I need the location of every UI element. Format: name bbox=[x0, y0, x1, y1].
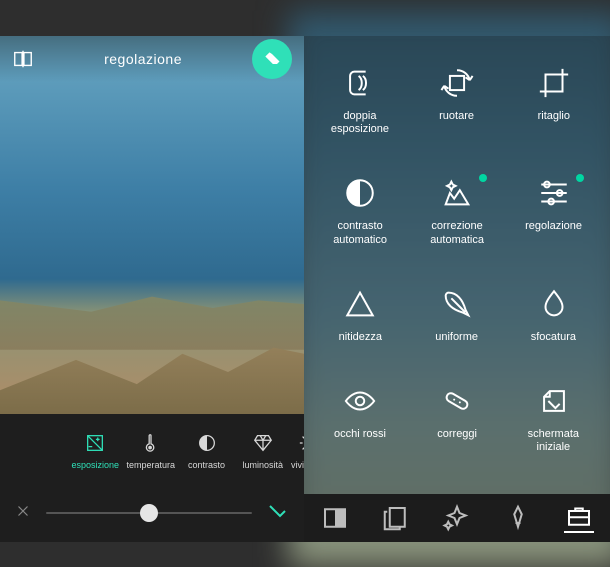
rotate-icon bbox=[440, 66, 474, 100]
slider-row bbox=[0, 484, 304, 542]
exposure-icon bbox=[84, 432, 106, 454]
overlay-icon bbox=[320, 503, 350, 533]
slider-thumb[interactable] bbox=[140, 504, 158, 522]
adjust-label: contrasto bbox=[188, 460, 225, 470]
compare-button[interactable] bbox=[12, 48, 34, 70]
eye-icon bbox=[343, 384, 377, 418]
tool-label: doppia esposizione bbox=[331, 110, 389, 136]
tool-correggi[interactable]: correggi bbox=[409, 384, 506, 454]
tool-label: schermata iniziale bbox=[528, 428, 579, 454]
tab-frames[interactable] bbox=[381, 503, 411, 533]
applied-dot-icon bbox=[479, 174, 487, 182]
tools-grid: ritaglio ruotare doppia esposizione rego… bbox=[304, 66, 610, 454]
toolbox-icon bbox=[564, 501, 594, 531]
check-icon bbox=[266, 499, 290, 523]
tool-sfocatura[interactable]: sfocatura bbox=[505, 287, 602, 344]
sparkle-icon bbox=[442, 503, 472, 533]
double-exposure-icon bbox=[343, 66, 377, 100]
cancel-button[interactable] bbox=[14, 502, 32, 525]
crop-icon bbox=[537, 66, 571, 100]
tool-label: regolazione bbox=[525, 220, 582, 233]
bottom-tab-bar bbox=[304, 494, 610, 542]
thermometer-icon bbox=[140, 432, 162, 454]
tool-label: ruotare bbox=[440, 110, 475, 123]
sliders-icon bbox=[537, 176, 571, 210]
tool-occhi-rossi[interactable]: occhi rossi bbox=[312, 384, 409, 454]
compare-icon bbox=[12, 48, 34, 70]
autofix-icon bbox=[440, 176, 474, 210]
adjust-label: vividezza bbox=[291, 460, 304, 470]
tool-label: sfocatura bbox=[531, 331, 576, 344]
editor-pane: regolazione vividezza luminosità contras… bbox=[0, 36, 304, 542]
patch-icon bbox=[440, 384, 474, 418]
tool-correzione-automatica[interactable]: correzione automatica bbox=[409, 176, 506, 246]
sun-icon bbox=[299, 432, 305, 454]
adjust-label: luminosità bbox=[243, 460, 284, 470]
triangle-icon bbox=[343, 287, 377, 321]
tool-label: contrasto automatico bbox=[333, 220, 387, 246]
tools-pane: ritaglio ruotare doppia esposizione rego… bbox=[304, 36, 610, 542]
frames-icon bbox=[381, 503, 411, 533]
editor-title: regolazione bbox=[104, 51, 182, 67]
tab-sparkle[interactable] bbox=[442, 503, 472, 533]
adjust-vividezza[interactable]: vividezza bbox=[291, 428, 304, 470]
half-circle-icon bbox=[196, 432, 218, 454]
tool-doppia-esposizione[interactable]: doppia esposizione bbox=[312, 66, 409, 136]
feather-icon bbox=[440, 287, 474, 321]
adjustments-strip[interactable]: vividezza luminosità contrasto temperatu… bbox=[0, 414, 304, 484]
x-icon bbox=[14, 502, 32, 520]
adjust-label: temperatura bbox=[127, 460, 176, 470]
adjust-label: esposizione bbox=[71, 460, 119, 470]
tool-label: correggi bbox=[437, 428, 477, 441]
tool-label: ritaglio bbox=[537, 110, 569, 123]
tool-regolazione[interactable]: regolazione bbox=[505, 176, 602, 246]
splash-icon bbox=[537, 384, 571, 418]
value-slider[interactable] bbox=[46, 512, 252, 514]
tool-label: uniforme bbox=[436, 331, 479, 344]
tool-label: correzione automatica bbox=[430, 220, 484, 246]
eraser-fab[interactable] bbox=[252, 39, 292, 79]
adjust-esposizione[interactable]: esposizione bbox=[67, 428, 123, 470]
tool-ruotare[interactable]: ruotare bbox=[409, 66, 506, 136]
eraser-icon bbox=[262, 49, 282, 69]
diamond-icon bbox=[252, 432, 274, 454]
adjust-contrasto[interactable]: contrasto bbox=[179, 428, 235, 470]
tool-uniforme[interactable]: uniforme bbox=[409, 287, 506, 344]
applied-dot-icon bbox=[576, 174, 584, 182]
drop-icon bbox=[537, 287, 571, 321]
apply-button[interactable] bbox=[266, 499, 290, 528]
tab-brush[interactable] bbox=[503, 503, 533, 533]
adjust-temperatura[interactable]: temperatura bbox=[123, 428, 179, 470]
tool-contrasto-automatico[interactable]: contrasto automatico bbox=[312, 176, 409, 246]
tool-ritaglio[interactable]: ritaglio bbox=[505, 66, 602, 136]
tool-schermata-iniziale[interactable]: schermata iniziale bbox=[505, 384, 602, 454]
tab-toolbox[interactable] bbox=[564, 503, 594, 533]
tool-label: occhi rossi bbox=[334, 428, 386, 441]
adjust-luminosita[interactable]: luminosità bbox=[235, 428, 291, 470]
tool-nitidezza[interactable]: nitidezza bbox=[312, 287, 409, 344]
editor-topbar: regolazione bbox=[0, 36, 304, 82]
auto-contrast-icon bbox=[343, 176, 377, 210]
brush-icon bbox=[503, 503, 533, 533]
tool-label: nitidezza bbox=[339, 331, 382, 344]
tab-overlay[interactable] bbox=[320, 503, 350, 533]
